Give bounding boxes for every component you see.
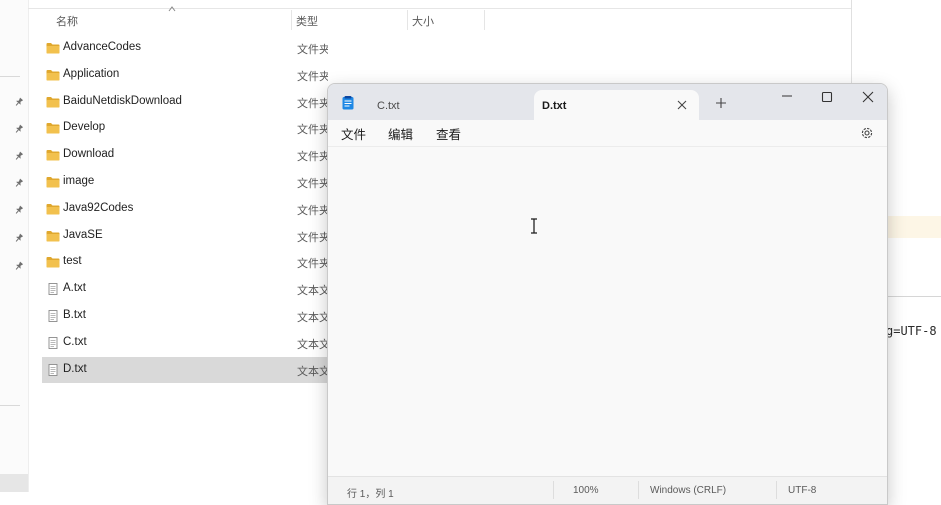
nav-divider [0,76,20,77]
column-header-type[interactable]: 类型 [296,13,318,29]
navigation-pane [0,0,29,492]
text-editor-area[interactable] [328,146,887,477]
tab-d-txt[interactable]: D.txt [534,90,699,120]
file-type: 文件夹 [297,204,328,217]
sort-ascending-icon[interactable] [168,6,176,12]
file-name: BaiduNetdiskDownload [63,94,182,107]
column-separator[interactable] [291,10,292,30]
file-type: 文件夹 [297,44,328,56]
file-name: JavaSE [63,228,103,241]
pin-icon[interactable] [12,231,26,245]
close-icon[interactable] [676,99,688,111]
text-file-icon [48,363,58,376]
menu-view[interactable]: 查看 [436,124,461,143]
text-file-icon [48,283,58,296]
folder-icon [46,203,60,215]
editor-line-highlight [886,216,941,238]
file-type: 文件夹 [297,231,328,244]
cursor-position[interactable]: 行 1，列 1 [347,485,394,500]
folder-icon [46,177,60,188]
folder-icon [46,230,60,242]
gear-icon[interactable] [860,126,874,140]
status-bar: 行 1，列 1 100% Windows (CRLF) UTF-8 [328,476,887,504]
encoding[interactable]: UTF-8 [788,485,816,496]
file-name: Download [63,148,115,161]
zoom-level[interactable]: 100% [573,485,599,496]
title-bar[interactable]: C.txt D.txt [328,84,887,120]
text-cursor-icon [531,218,537,234]
file-type: 文件夹 [297,178,328,190]
window-border [851,0,852,84]
column-header-size[interactable]: 大小 [412,13,434,29]
file-row[interactable]: D.txt 文本文 [42,356,328,383]
file-name: C.txt [63,335,87,348]
column-separator[interactable] [484,10,485,30]
file-name: A.txt [63,282,87,295]
file-name: D.txt [63,362,87,375]
file-row[interactable]: AdvanceCodes 文件夹 [42,35,851,61]
notepad-icon [342,96,354,110]
file-name: Java92Codes [63,201,134,214]
maximize-icon[interactable] [816,89,838,107]
column-header-name[interactable]: 名称 [56,13,78,29]
pin-icon[interactable] [12,95,26,109]
file-type: 文本文 [297,312,328,324]
minimize-icon[interactable] [776,89,798,107]
file-type: 文件夹 [297,70,328,83]
file-type: 文本文 [297,365,328,378]
column-separator[interactable] [407,10,408,30]
folder-icon [46,257,60,268]
file-type: 文件夹 [297,97,328,110]
pin-icon[interactable] [12,176,26,190]
menu-edit[interactable]: 编辑 [388,124,413,143]
file-type: 文件夹 [297,258,328,271]
file-name: Application [63,67,120,80]
text-file-icon [48,336,58,349]
folder-icon [46,69,60,81]
status-separator [553,481,554,499]
status-separator [776,481,777,499]
pin-icon[interactable] [12,149,26,163]
panel-divider [886,296,941,297]
nav-scroll-area[interactable] [0,474,28,492]
file-type: 文件夹 [297,124,328,137]
tab-c-txt[interactable]: C.txt [366,90,531,120]
file-name: test [63,255,82,268]
file-name: B.txt [63,309,87,321]
code-fragment: g=UTF-8 [886,324,937,338]
file-name: Develop [63,121,106,134]
pin-icon[interactable] [12,259,26,273]
status-separator [638,481,639,499]
folder-icon [46,150,60,161]
menu-file[interactable]: 文件 [341,124,366,143]
tab-label: C.txt [377,100,400,112]
pin-icon[interactable] [12,122,26,136]
file-name: AdvanceCodes [63,41,141,53]
file-type: 文本文 [297,285,328,298]
nav-divider [0,405,20,406]
folder-icon [46,43,60,54]
notepad-window: C.txt D.txt 文件 编辑 查看 行 1，列 1 100% Window… [327,83,888,505]
file-type: 文本文 [297,338,328,351]
folder-icon [46,96,60,108]
column-header-row: 名称 类型 大小 [28,6,851,32]
pin-icon[interactable] [12,203,26,217]
line-ending[interactable]: Windows (CRLF) [650,485,726,496]
plus-icon[interactable] [714,96,728,110]
close-window-icon[interactable] [857,89,879,107]
folder-icon [46,123,60,134]
file-name: image [63,175,95,187]
menu-bar: 文件 编辑 查看 [328,120,887,146]
text-file-icon [48,310,58,322]
tab-label: D.txt [542,100,567,112]
file-type: 文件夹 [297,151,328,164]
